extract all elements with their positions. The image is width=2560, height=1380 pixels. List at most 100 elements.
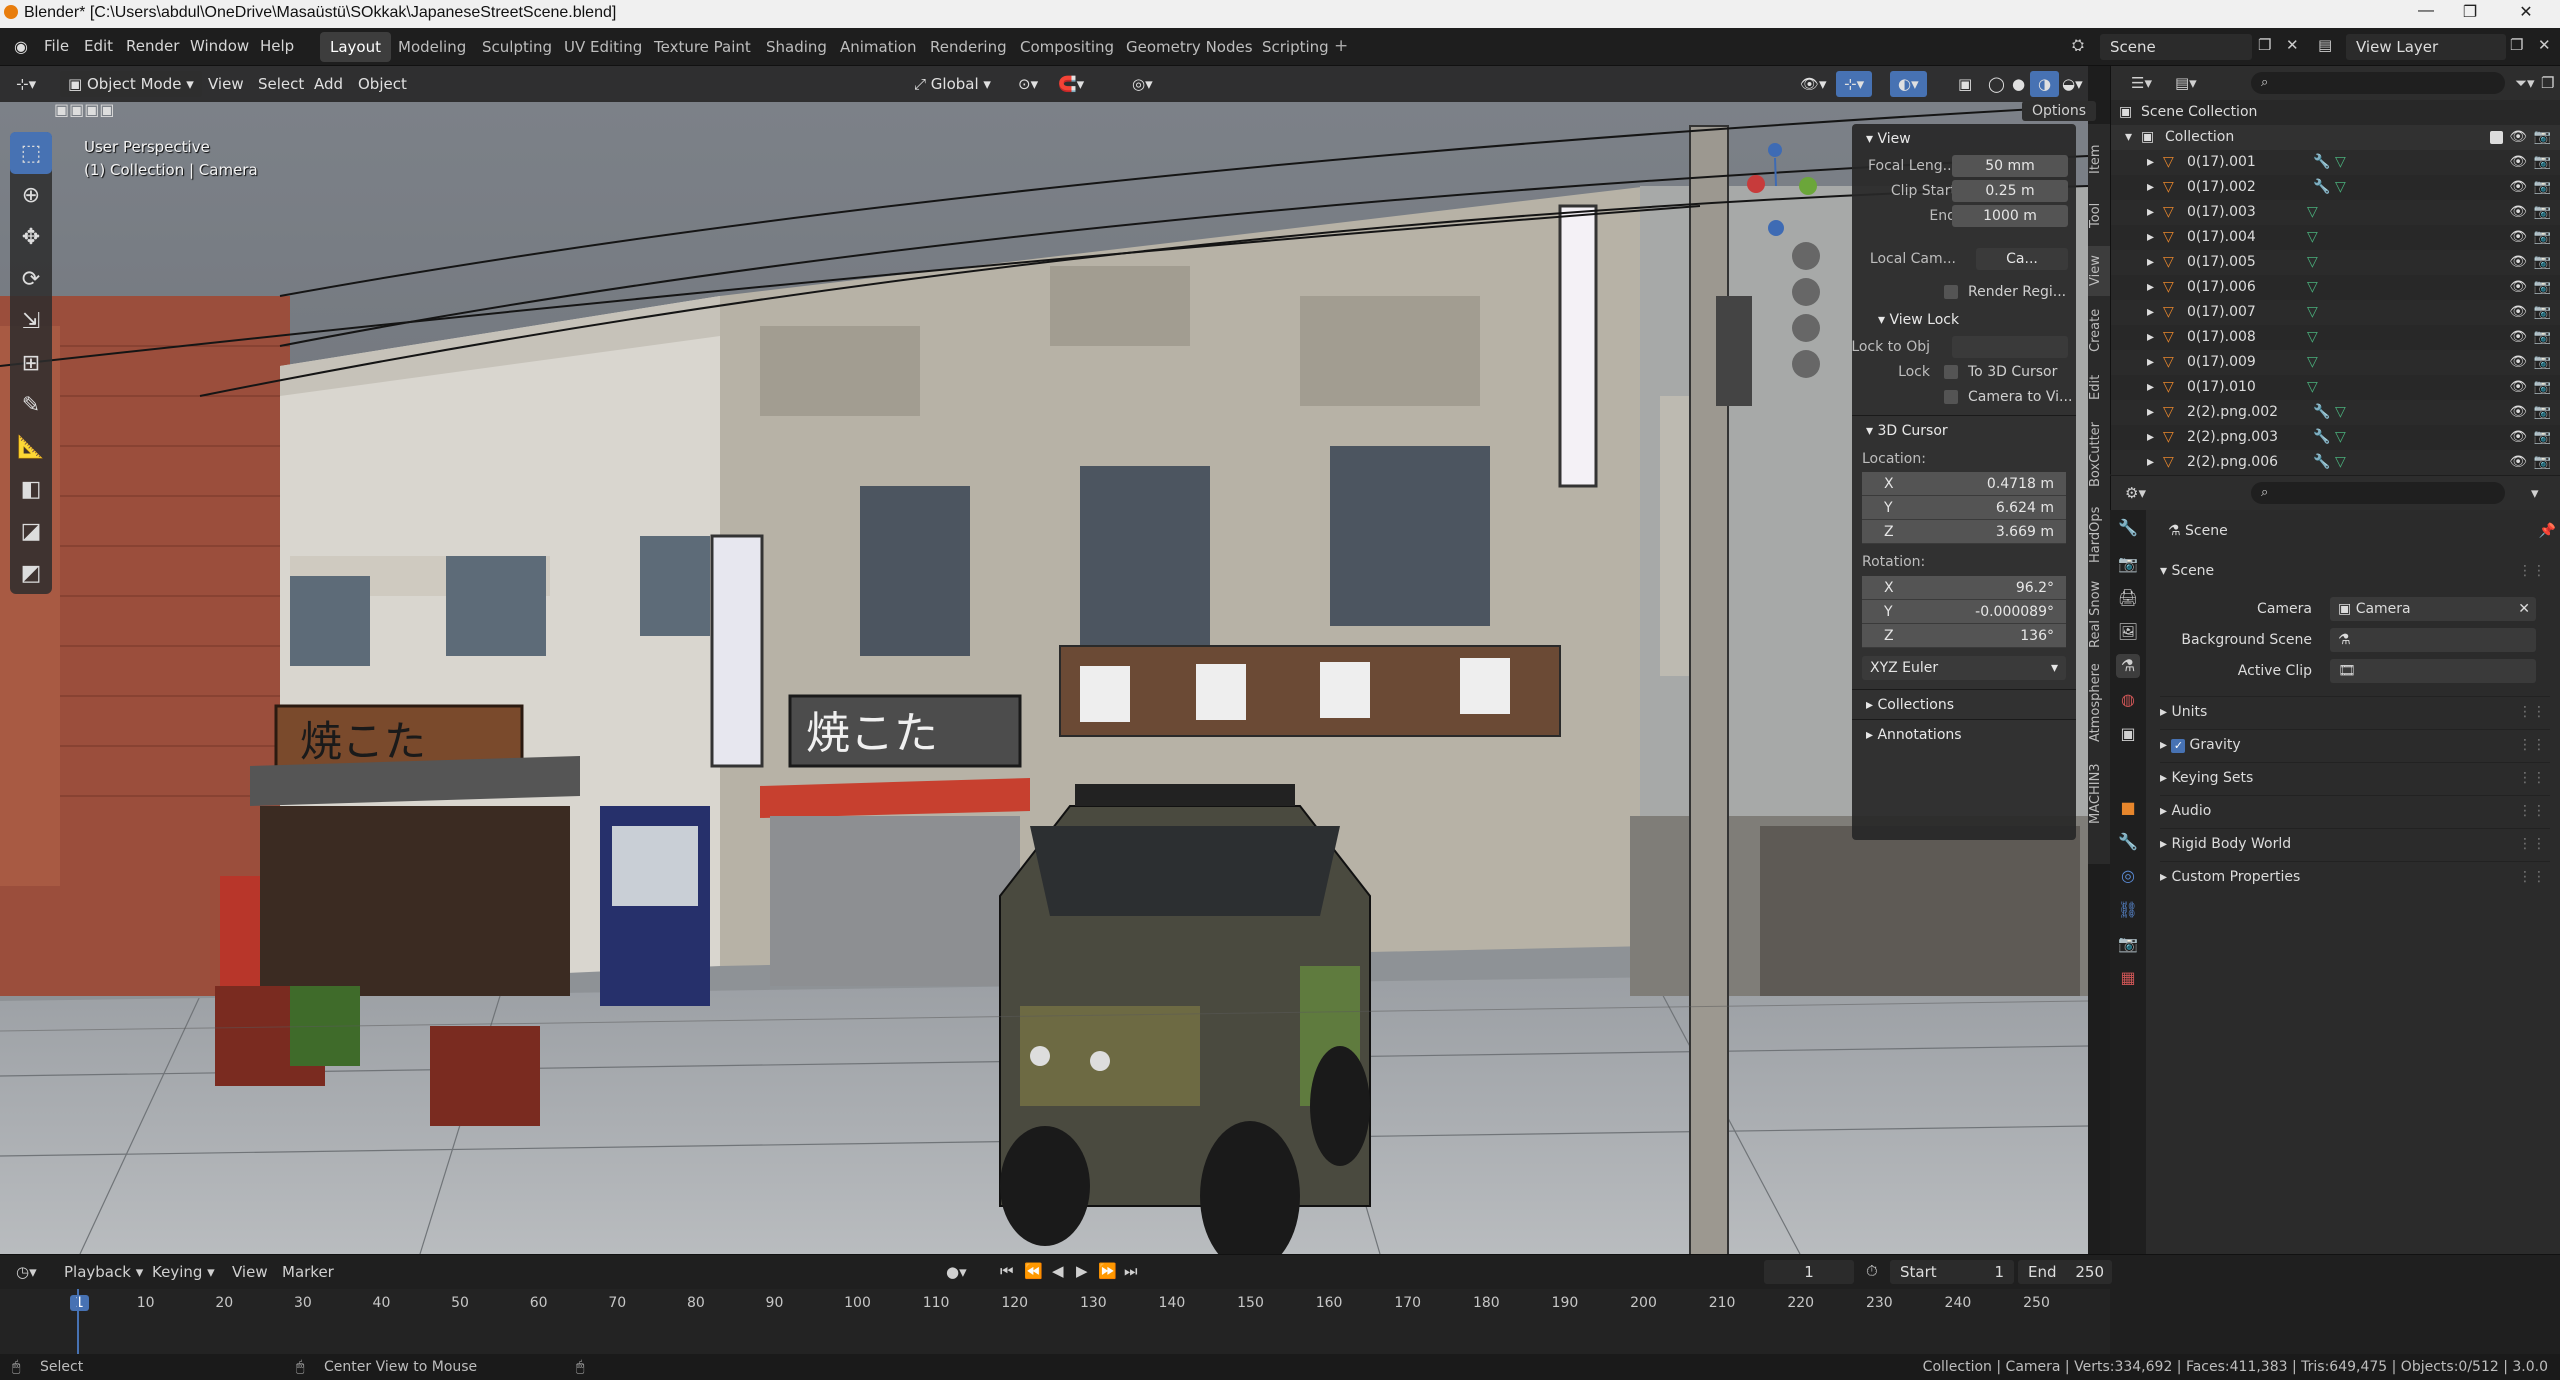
expand-arrow-icon[interactable]: ▾ [2125,125,2132,150]
transform-tool-icon[interactable]: ⊞ [10,342,52,384]
expand-arrow-icon[interactable]: ▸ [2147,350,2154,375]
outliner-search-input[interactable]: ⌕ [2251,72,2505,94]
current-frame-field[interactable]: 1 [1764,1260,1854,1284]
filter-icon[interactable]: ⏷▾ [2515,74,2535,92]
add-workspace-icon[interactable]: + [1334,36,1348,56]
eye-icon[interactable]: 👁 [2509,250,2527,275]
object-properties-icon[interactable]: ■ [2116,796,2140,820]
tab-create[interactable]: Create [2088,300,2110,360]
output-properties-icon[interactable]: 🖨 [2116,586,2140,610]
end-frame-field[interactable]: End 250 [2018,1260,2112,1284]
expand-arrow-icon[interactable]: ▸ [2147,150,2154,175]
3d-viewport[interactable]: 焼こた 焼こた [0,66,2088,1254]
snap-icon[interactable]: 🧲▾ [1050,71,1092,97]
clip-end-field[interactable]: 1000 m [1952,205,2068,227]
boxcutter-tool-icon[interactable]: ◪ [10,510,52,552]
camera-icon[interactable]: 📷 [2534,425,2551,450]
data-properties-icon[interactable]: 📷 [2116,932,2140,956]
gravity-checkbox[interactable]: ✓ [2171,739,2186,753]
camera-icon[interactable]: 📷 [2534,225,2551,250]
expand-arrow-icon[interactable]: ▸ [2147,225,2154,250]
camera-to-view-checkbox[interactable] [1944,390,1958,404]
tab-animation[interactable]: Animation [830,32,926,62]
tab-modeling[interactable]: Modeling [388,32,476,62]
properties-search-input[interactable]: ⌕ [2251,482,2505,504]
subpanel-header[interactable]: ▸ Keying Sets ⋮⋮ [2160,762,2550,792]
expand-arrow-icon[interactable]: ▸ [2147,200,2154,225]
collection-row[interactable]: ▾ ▣ Collection 👁 📷 [2111,125,2560,150]
timeline-ruler[interactable]: 1 10 20 30 40 50 60 70 80 90 100 110 120 130 140 150 160… [0,1289,2110,1355]
expand-arrow-icon[interactable]: ▸ [2147,325,2154,350]
mode-dropdown[interactable]: ▣ Object Mode ▾ [60,71,202,97]
camera-icon[interactable]: 📷 [2534,325,2551,350]
tab-uv-editing[interactable]: UV Editing [554,32,652,62]
scene-panel-header[interactable]: ▾ Scene ⋮⋮ [2160,556,2550,586]
eye-icon[interactable]: 👁 [2509,125,2527,150]
tab-geometry-nodes[interactable]: Geometry Nodes [1116,32,1263,62]
editor-type-icon[interactable]: ⊹▾ [16,75,36,93]
menu-object[interactable]: Object [350,71,415,97]
menu-window[interactable]: Window [190,37,249,55]
collection-properties-icon[interactable]: ▣ [2116,722,2140,746]
tab-atmosphere[interactable]: Atmosphere [2088,658,2110,748]
selection-mode-icons[interactable]: ▣▣▣▣ [54,100,114,119]
scene-properties-icon[interactable]: ⚗ [2116,654,2140,678]
expand-arrow-icon[interactable]: ▸ [2147,425,2154,450]
collections-header[interactable]: ▸ Collections [1852,690,2076,720]
play-icon[interactable]: ▶ [1076,1262,1088,1280]
camera-icon[interactable]: 📷 [2534,250,2551,275]
cursor-loc-y-field[interactable]: Y 6.624 m [1862,496,2066,520]
outliner-item[interactable]: ▸ ▽ 2(2).png.006 🔧 ▽ 👁 📷 [2111,450,2560,475]
add-cube-tool-icon[interactable]: ◧ [10,468,52,510]
eye-icon[interactable]: 👁 [2509,325,2527,350]
drag-handle-icon[interactable]: ⋮⋮ [2518,829,2546,859]
subpanel-header[interactable]: ▸ Units ⋮⋮ [2160,696,2550,726]
cursor-rot-x-field[interactable]: X 96.2° [1862,576,2066,600]
expand-arrow-icon[interactable]: ▸ [2147,275,2154,300]
timeline-editor-icon[interactable]: ◷▾ [16,1263,37,1281]
solid-shading-icon[interactable]: ● [2004,71,2033,97]
clear-icon[interactable]: ✕ [2518,597,2530,621]
scene-selector[interactable]: Scene [2100,34,2252,60]
tab-real-snow[interactable]: Real Snow [2088,576,2110,652]
eye-icon[interactable]: 👁 [2509,150,2527,175]
pivot-point-icon[interactable]: ⊙▾ [1010,71,1046,97]
camera-icon[interactable]: 📷 [2534,200,2551,225]
eye-icon[interactable]: 👁 [2509,175,2527,200]
menu-file[interactable]: File [44,37,69,55]
overlay-toggle-icon[interactable]: ◐▾ [1890,71,1927,97]
camera-icon[interactable]: 📷 [2534,350,2551,375]
3d-cursor-header[interactable]: ▾ 3D Cursor [1852,416,2076,446]
drag-handle-icon[interactable]: ⋮⋮ [2518,697,2546,727]
rotate-tool-icon[interactable]: ⟳ [10,258,52,300]
tab-machin3[interactable]: MACHIN3 [2088,754,2110,834]
eye-icon[interactable]: 👁 [2509,300,2527,325]
eye-icon[interactable]: 👁 [2509,400,2527,425]
tab-item[interactable]: Item [2088,134,2110,184]
playhead-line[interactable] [77,1289,79,1355]
camera-icon[interactable]: 📷 [2534,375,2551,400]
drag-handle-icon[interactable]: ⋮⋮ [2518,763,2546,793]
render-region-checkbox[interactable] [1944,285,1958,299]
background-scene-field[interactable]: ⚗ [2330,628,2536,652]
hardops-tool-icon[interactable]: ◩ [10,552,52,594]
view-layer-icon[interactable]: ▤ [2318,36,2332,54]
jump-end-icon[interactable]: ⏭ [1124,1262,1138,1280]
cursor-tool-icon[interactable]: ⊕ [10,174,52,216]
proportional-edit-icon[interactable]: ◎▾ [1124,71,1161,97]
expand-arrow-icon[interactable]: ▸ [2147,175,2154,200]
camera-icon[interactable]: 📷 [2534,150,2551,175]
lock-to-object-field[interactable] [1952,336,2068,358]
properties-editor-icon[interactable]: ⚙▾ [2125,484,2146,502]
outliner-item[interactable]: ▸ ▽ 0(17).002 🔧 ▽ 👁 📷 [2111,175,2560,200]
view-layer-properties-icon[interactable]: 🖼 [2116,620,2140,644]
camera-icon[interactable]: 📷 [2534,450,2551,475]
drag-handle-icon[interactable]: ⋮⋮ [2518,730,2546,760]
camera-icon[interactable]: 📷 [2534,300,2551,325]
tab-view[interactable]: View [2088,246,2110,296]
view-panel-header[interactable]: ▾ View [1852,124,2076,154]
marker-menu[interactable]: Marker [282,1263,334,1281]
tab-shading[interactable]: Shading [756,32,837,62]
menu-render[interactable]: Render [126,37,179,55]
options-button[interactable]: Options [2022,101,2097,121]
